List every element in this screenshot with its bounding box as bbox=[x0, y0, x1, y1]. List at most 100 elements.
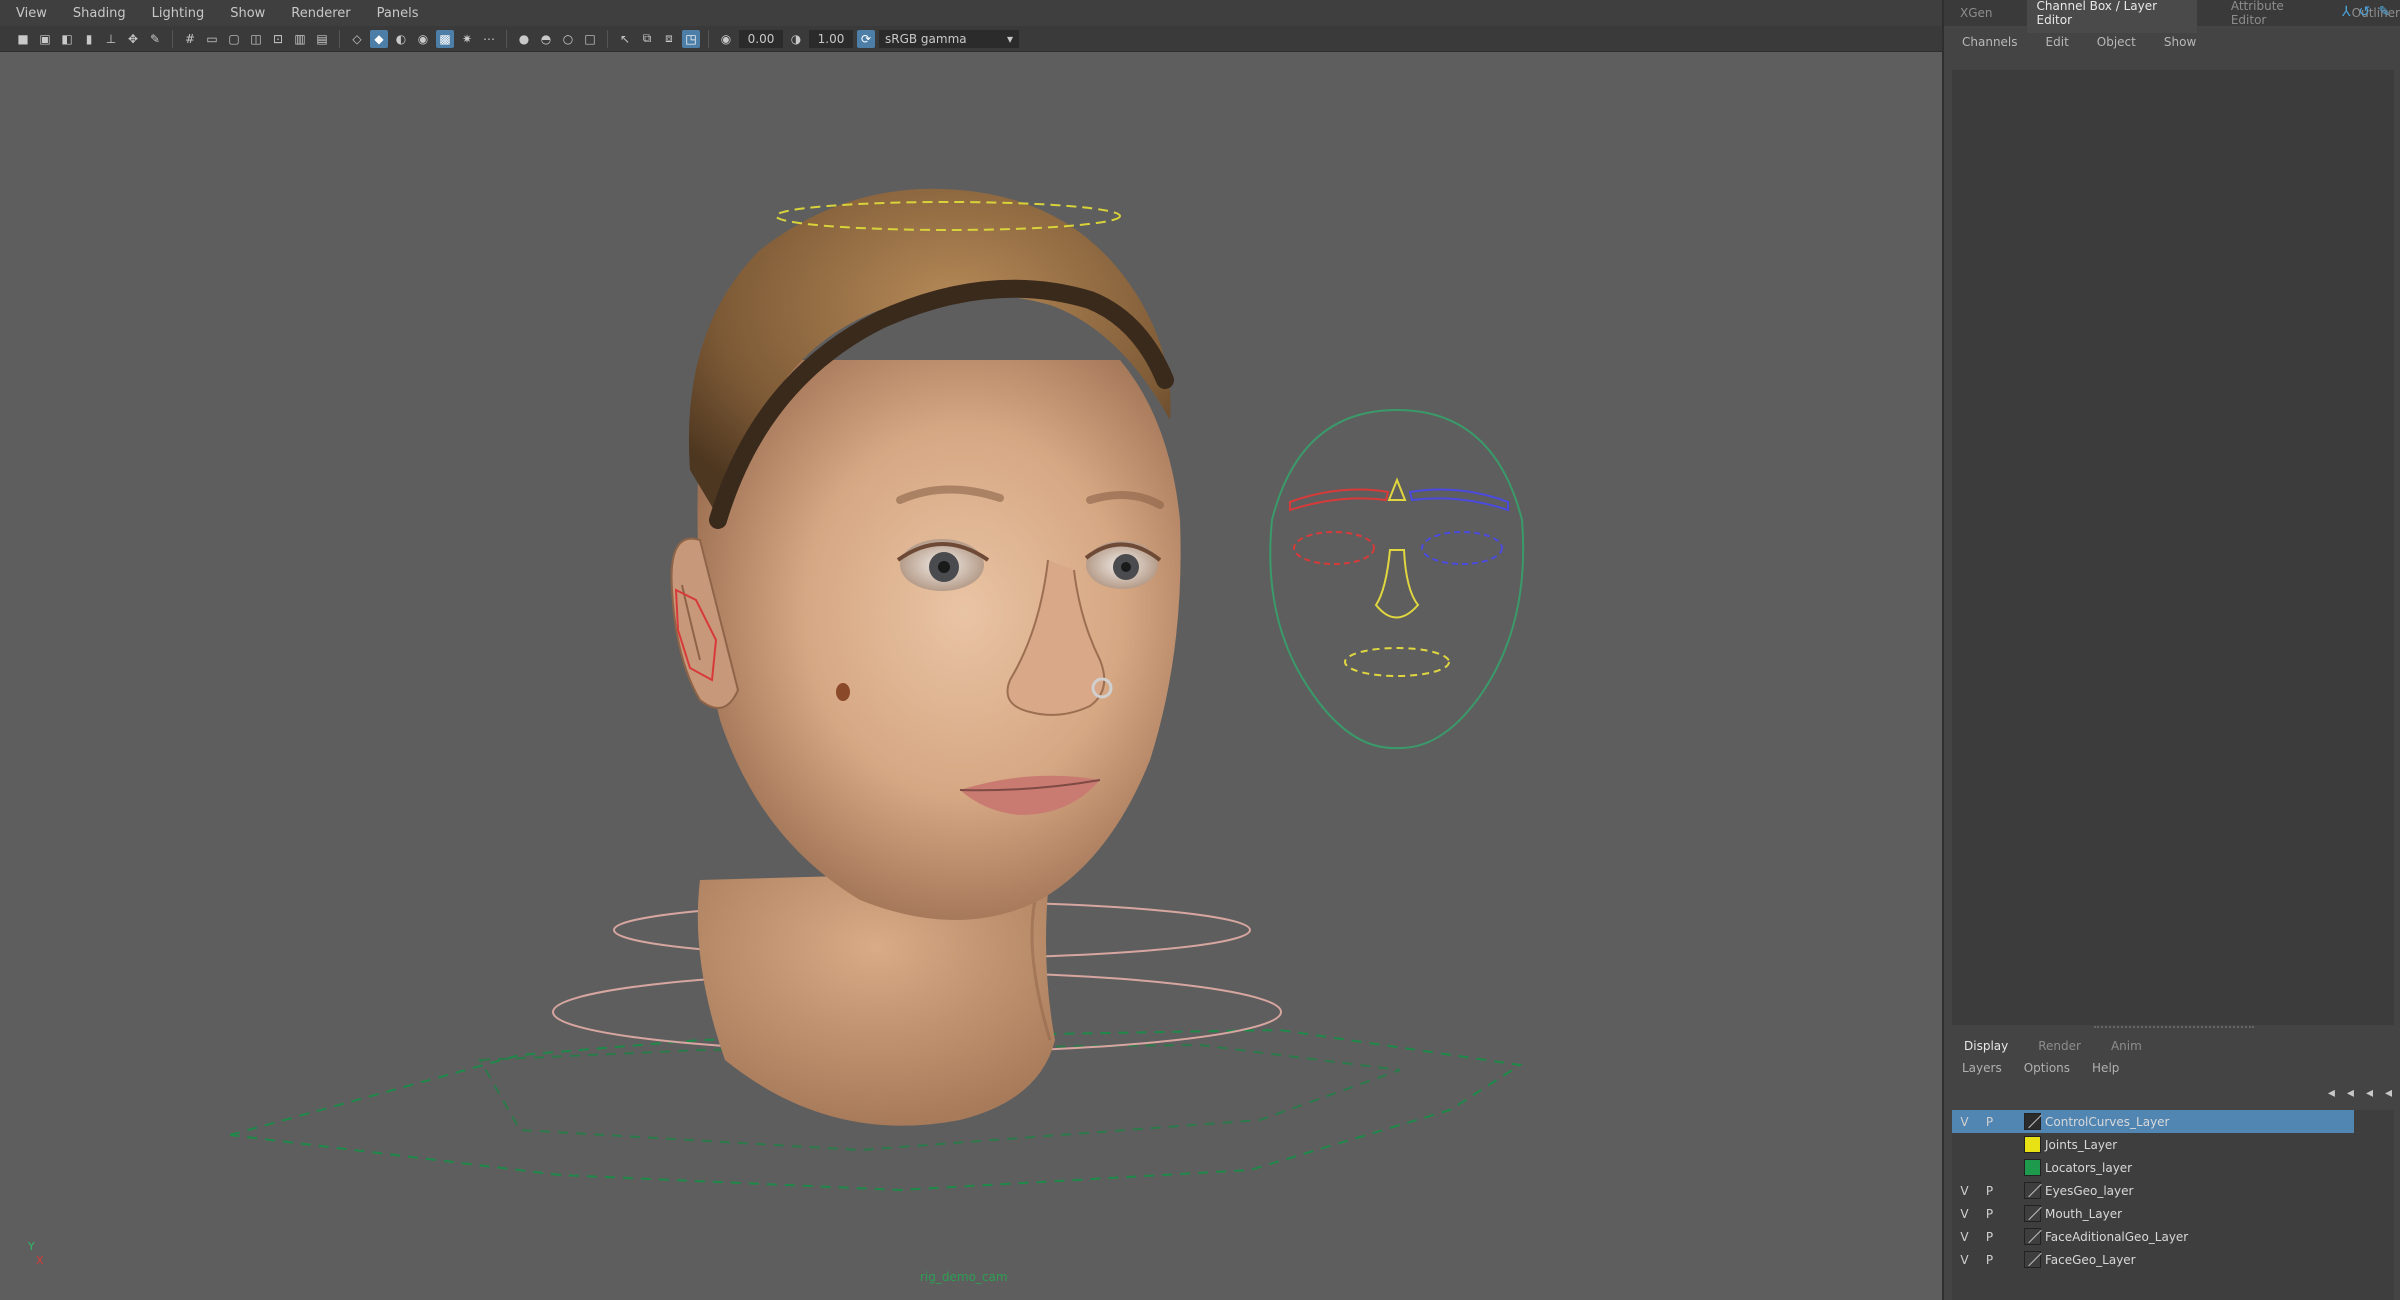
nose-control bbox=[1374, 549, 1420, 619]
layer-visibility-toggle[interactable]: V bbox=[1952, 1207, 1977, 1221]
channel-box-area[interactable] bbox=[1952, 70, 2394, 1025]
film-gate-icon[interactable]: ▭ bbox=[203, 30, 221, 48]
tab-xgen[interactable]: XGen bbox=[1960, 6, 1993, 20]
refresh-icon[interactable]: ↺ bbox=[2359, 4, 2371, 20]
menu-edit[interactable]: Edit bbox=[2046, 35, 2069, 49]
view-transform-dropdown[interactable]: sRGB gamma ▾ bbox=[879, 29, 1019, 48]
camera-name-label: rig_demo_cam bbox=[920, 1270, 1008, 1284]
menu-options[interactable]: Options bbox=[2024, 1061, 2070, 1075]
layer-playback-toggle[interactable]: P bbox=[1977, 1115, 2002, 1129]
new-layer-icon[interactable]: ◂ bbox=[2366, 1085, 2373, 1101]
menu-channels[interactable]: Channels bbox=[1962, 35, 2018, 49]
layer-name: FaceAditionalGeo_Layer bbox=[2045, 1229, 2189, 1244]
layer-row[interactable]: Locators_layer bbox=[1952, 1156, 2394, 1179]
layer-row[interactable]: V P FaceGeo_Layer bbox=[1952, 1248, 2394, 1271]
menu-panels[interactable]: Panels bbox=[377, 6, 419, 21]
antialiasing-icon[interactable]: ○ bbox=[559, 30, 577, 48]
tab-attribute-editor[interactable]: Attribute Editor bbox=[2231, 0, 2318, 27]
field-chart-icon[interactable]: ⊡ bbox=[269, 30, 287, 48]
color-management-icon[interactable]: ⟳ bbox=[857, 29, 875, 48]
xray-icon[interactable]: ▩ bbox=[436, 29, 454, 48]
layer-visibility-toggle[interactable]: V bbox=[1952, 1115, 1977, 1129]
layer-row[interactable]: Joints_Layer bbox=[1952, 1133, 2394, 1156]
layer-editor-tabs: Display Render Anim bbox=[1944, 1035, 2400, 1057]
safe-action-icon[interactable]: ▥ bbox=[291, 30, 309, 48]
grid-icon[interactable]: # bbox=[181, 30, 199, 48]
safe-title-icon[interactable]: ▤ bbox=[313, 30, 331, 48]
new-layer-from-selection-icon[interactable]: ◂ bbox=[2385, 1085, 2392, 1101]
textured-icon[interactable]: ◉ bbox=[414, 30, 432, 48]
lights-icon[interactable]: ✷ bbox=[458, 30, 476, 48]
menu-renderer[interactable]: Renderer bbox=[291, 6, 350, 21]
bookmark-icon[interactable]: ▮ bbox=[80, 30, 98, 48]
layer-color-swatch[interactable] bbox=[2024, 1182, 2041, 1199]
menu-layers[interactable]: Layers bbox=[1962, 1061, 2002, 1075]
tab-channel-box-layer-editor[interactable]: Channel Box / Layer Editor bbox=[2026, 0, 2197, 33]
move-layer-down-icon[interactable]: ◂ bbox=[2347, 1085, 2354, 1101]
tab-anim[interactable]: Anim bbox=[2111, 1039, 2142, 1053]
grease-pencil-icon[interactable]: ✎ bbox=[146, 30, 164, 48]
layer-color-swatch[interactable] bbox=[2024, 1205, 2041, 1222]
image-plane-icon[interactable]: ⊥ bbox=[102, 30, 120, 48]
layer-color-swatch[interactable] bbox=[2024, 1159, 2041, 1176]
tab-render[interactable]: Render bbox=[2038, 1039, 2081, 1053]
gamma-icon[interactable]: ◑ bbox=[787, 30, 805, 48]
resolution-gate-icon[interactable]: ▢ bbox=[225, 30, 243, 48]
layer-name: ControlCurves_Layer bbox=[2045, 1114, 2170, 1129]
menu-show[interactable]: Show bbox=[2164, 35, 2196, 49]
layer-playback-toggle[interactable]: P bbox=[1977, 1230, 2002, 1244]
layer-editor: Display Render Anim Layers Options Help … bbox=[1944, 1035, 2400, 1300]
toolbar-divider bbox=[708, 29, 709, 48]
layer-color-swatch[interactable] bbox=[2024, 1113, 2041, 1130]
menu-shading[interactable]: Shading bbox=[73, 6, 126, 21]
layer-color-swatch[interactable] bbox=[2024, 1251, 2041, 1268]
mouth-control bbox=[1344, 647, 1450, 677]
move-layer-up-icon[interactable]: ◂ bbox=[2328, 1085, 2335, 1101]
pan-zoom-icon[interactable]: ✥ bbox=[124, 30, 142, 48]
xray-joints-icon[interactable]: ⧉ bbox=[638, 30, 656, 48]
layer-row[interactable]: V P EyesGeo_layer bbox=[1952, 1179, 2394, 1202]
pencil-icon[interactable]: ✎ bbox=[2378, 4, 2390, 20]
layer-row[interactable]: V P FaceAditionalGeo_Layer bbox=[1952, 1225, 2394, 1248]
exposure-icon[interactable]: ◉ bbox=[717, 30, 735, 48]
menu-object[interactable]: Object bbox=[2097, 35, 2136, 49]
layer-color-swatch[interactable] bbox=[2024, 1228, 2041, 1245]
scene-canvas[interactable] bbox=[0, 52, 1942, 1300]
3d-viewport[interactable]: View Shading Lighting Show Renderer Pane… bbox=[0, 0, 1942, 1300]
panel-resize-handle[interactable] bbox=[2094, 1026, 2254, 1030]
chevron-down-icon: ▾ bbox=[1006, 31, 1013, 46]
menu-lighting[interactable]: Lighting bbox=[152, 6, 205, 21]
right-brow-control bbox=[1408, 488, 1509, 512]
menu-show[interactable]: Show bbox=[230, 6, 265, 21]
gate-mask-icon[interactable]: ◫ bbox=[247, 30, 265, 48]
wireframe-icon[interactable]: ◇ bbox=[348, 30, 366, 48]
hud-icon[interactable]: ◳ bbox=[682, 29, 700, 48]
layer-visibility-toggle[interactable]: V bbox=[1952, 1230, 1977, 1244]
exposure-field[interactable]: 0.00 bbox=[739, 29, 783, 48]
layer-playback-toggle[interactable]: P bbox=[1977, 1184, 2002, 1198]
smooth-shade-icon[interactable]: ◆ bbox=[370, 29, 388, 48]
shadows-icon[interactable]: ⋯ bbox=[480, 30, 498, 48]
layer-color-swatch[interactable] bbox=[2024, 1136, 2041, 1153]
menu-view[interactable]: View bbox=[16, 6, 47, 21]
right-side-panel: XGen Channel Box / Layer Editor Attribut… bbox=[1942, 0, 2400, 1300]
depth-of-field-icon[interactable]: □ bbox=[581, 30, 599, 48]
ambient-occlusion-icon[interactable]: ● bbox=[515, 30, 533, 48]
motion-blur-icon[interactable]: ◓ bbox=[537, 30, 555, 48]
camera-lock-icon[interactable]: ▣ bbox=[36, 30, 54, 48]
layer-playback-toggle[interactable]: P bbox=[1977, 1207, 2002, 1221]
layer-row[interactable]: V P Mouth_Layer bbox=[1952, 1202, 2394, 1225]
layer-playback-toggle[interactable]: P bbox=[1977, 1253, 2002, 1267]
camera-icon[interactable]: ■ bbox=[14, 30, 32, 48]
layer-visibility-toggle[interactable]: V bbox=[1952, 1184, 1977, 1198]
layer-row[interactable]: V P ControlCurves_Layer bbox=[1952, 1110, 2354, 1133]
axis-icon[interactable]: ⅄ bbox=[2342, 4, 2351, 20]
menu-help[interactable]: Help bbox=[2092, 1061, 2119, 1075]
gamma-field[interactable]: 1.00 bbox=[809, 29, 853, 48]
wireframe-on-shaded-icon[interactable]: ◐ bbox=[392, 30, 410, 48]
layer-visibility-toggle[interactable]: V bbox=[1952, 1253, 1977, 1267]
isolate-select-icon[interactable]: ↖ bbox=[616, 30, 634, 48]
camera-attributes-icon[interactable]: ◧ bbox=[58, 30, 76, 48]
xray-active-icon[interactable]: ⧈ bbox=[660, 30, 678, 48]
tab-display[interactable]: Display bbox=[1964, 1039, 2008, 1053]
